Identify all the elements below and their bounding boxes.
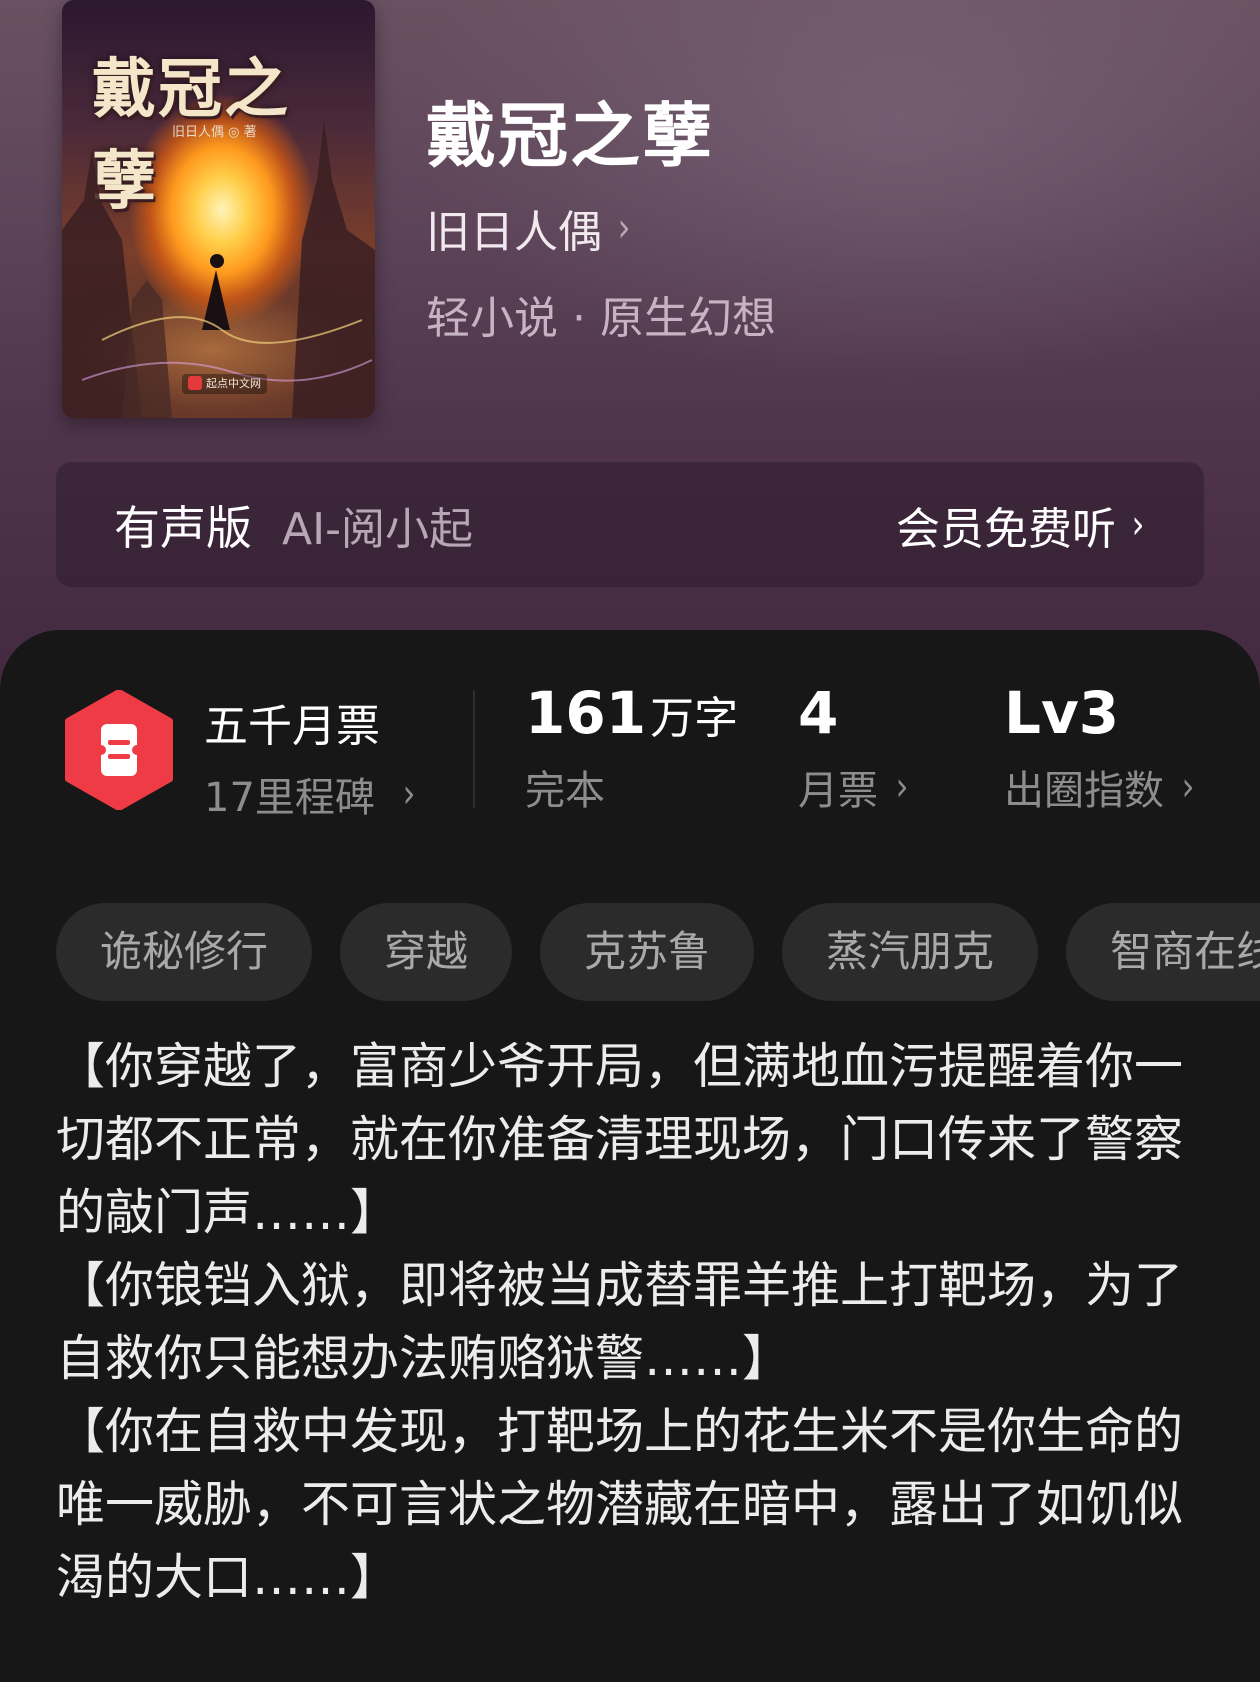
monthly-votes-label: 月票 — [798, 767, 878, 814]
audio-narrator: AI-阅小起 — [282, 503, 473, 555]
popularity-stat[interactable]: Lv3 出圈指数 › — [1004, 679, 1196, 816]
word-count-number: 161 — [525, 679, 647, 747]
book-cover[interactable]: 戴冠之孽 旧日人偶 ◎ 著 起点中文网 — [62, 0, 375, 418]
completion-status: 完本 — [525, 767, 605, 814]
book-header: 戴冠之孽 旧日人偶 ◎ 著 起点中文网 戴冠之孽 旧日人偶 › 轻小说 · 原生… — [0, 0, 1260, 700]
milestone-link[interactable]: 17里程碑 › — [204, 765, 417, 823]
tag-chip[interactable]: 蒸汽朋克 — [782, 903, 1039, 1001]
monthly-ticket-badge-icon[interactable] — [64, 690, 174, 810]
book-category: 轻小说 · 原生幻想 — [426, 293, 776, 344]
popularity-label-row: 出圈指数 › — [1004, 758, 1196, 816]
monthly-votes-label-row: 月票 › — [798, 758, 910, 816]
tag-chip[interactable]: 诡秘修行 — [56, 903, 313, 1001]
word-count-value: 161万字 — [525, 679, 739, 747]
free-listen-label: 会员免费听 — [896, 503, 1116, 555]
popularity-level: Lv3 — [1004, 679, 1120, 747]
tag-list: 诡秘修行 穿越 克苏鲁 蒸汽朋克 智商在线 — [56, 903, 1260, 1001]
milestone-count: 17里程碑 — [204, 775, 375, 821]
milestone-title[interactable]: 五千月票 — [204, 690, 380, 754]
chevron-right-icon: › — [402, 771, 416, 817]
synopsis-paragraph: 【你在自救中发现，打靶场上的花生米不是你生命的唯一威胁，不可言状之物潜藏在暗中，… — [56, 1403, 1184, 1606]
monthly-votes-stat[interactable]: 4 月票 › — [798, 679, 910, 816]
book-title: 戴冠之孽 — [426, 94, 714, 177]
monthly-votes-value: 4 — [798, 679, 839, 747]
cover-publisher: 起点中文网 — [182, 374, 267, 394]
tag-chip[interactable]: 智商在线 — [1066, 903, 1260, 1001]
book-info-card: 五千月票 17里程碑 › 161万字 完本 4 月票 › Lv3 出圈指数 › … — [0, 630, 1260, 1682]
synopsis-paragraph: 【你锒铛入狱，即将被当成替罪羊推上打靶场，为了自救你只能想办法贿赂狱警……】 — [56, 1257, 1184, 1387]
word-count-stat: 161万字 完本 — [525, 679, 739, 816]
author-link[interactable]: 旧日人偶 › — [426, 196, 632, 260]
chevron-right-icon: › — [1131, 501, 1145, 548]
tag-chip[interactable]: 克苏鲁 — [540, 903, 755, 1001]
author-name: 旧日人偶 — [426, 207, 602, 258]
audio-version-bar[interactable]: 有声版 AI-阅小起 会员免费听 › — [56, 462, 1204, 587]
word-count-unit: 万字 — [650, 693, 739, 744]
cover-scenery — [62, 120, 375, 418]
chevron-right-icon: › — [1181, 763, 1195, 810]
book-detail-page: 戴冠之孽 旧日人偶 ◎ 著 起点中文网 戴冠之孽 旧日人偶 › 轻小说 · 原生… — [0, 0, 1260, 1682]
free-listen-button[interactable]: 会员免费听 › — [896, 493, 1146, 557]
audio-label: 有声版 — [114, 500, 252, 555]
tag-chip[interactable]: 穿越 — [340, 903, 513, 1001]
stats-row: 五千月票 17里程碑 › 161万字 完本 4 月票 › Lv3 出圈指数 › — [0, 681, 1260, 850]
stats-divider — [473, 690, 475, 808]
synopsis-paragraph: 【你穿越了，富商少爷开局，但满地血污提醒着你一切都不正常，就在你准备清理现场，门… — [56, 1038, 1184, 1241]
chevron-right-icon: › — [617, 205, 631, 251]
synopsis[interactable]: 【你穿越了，富商少爷开局，但满地血污提醒着你一切都不正常，就在你准备清理现场，门… — [56, 1030, 1206, 1614]
chevron-right-icon: › — [895, 763, 909, 810]
publisher-logo-icon — [188, 376, 202, 390]
popularity-label: 出圈指数 — [1004, 767, 1164, 814]
publisher-name: 起点中文网 — [206, 377, 261, 390]
